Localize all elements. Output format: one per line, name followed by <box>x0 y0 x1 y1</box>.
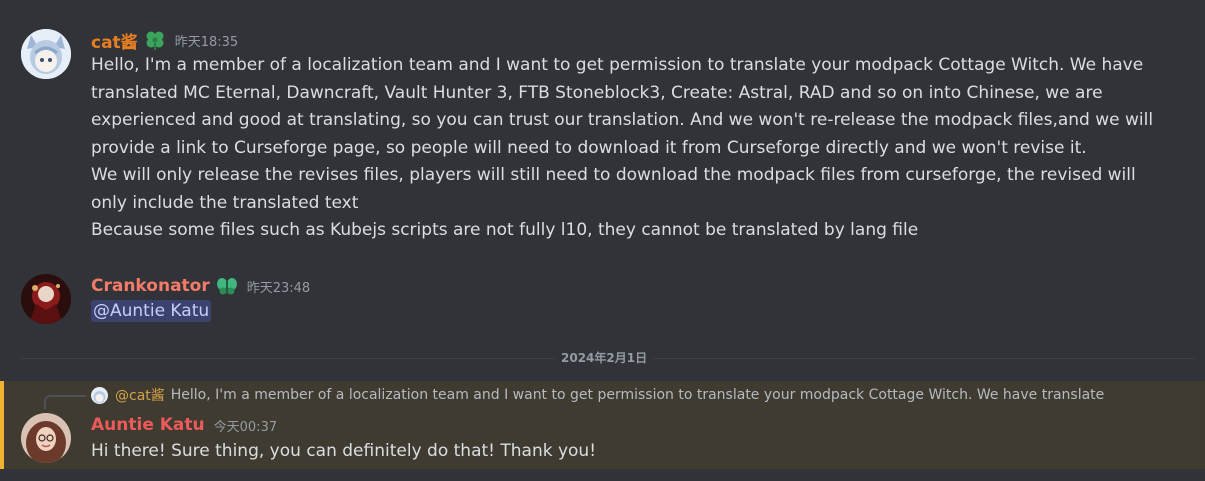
reply-username[interactable]: @cat酱 <box>115 385 165 405</box>
message-line: provide a link to Curseforge page, so pe… <box>91 137 1087 158</box>
message-line: Hello, I'm a member of a localization te… <box>91 55 1144 75</box>
message-content: Hello, I'm a member of a localization te… <box>91 52 1171 245</box>
message-content: @Auntie Katu <box>91 298 1171 326</box>
message-header: cat酱 昨天18:35 <box>91 28 238 53</box>
message-header: Crankonator 昨天23:48 <box>91 274 310 298</box>
message-line: We will only release the revises files, … <box>91 165 1136 185</box>
timestamp[interactable]: 今天00:37 <box>214 416 277 435</box>
reply-avatar <box>91 386 108 404</box>
message-content: Hi there! Sure thing, you can definitely… <box>91 438 1171 466</box>
username[interactable]: cat酱 <box>91 28 138 53</box>
timestamp[interactable]: 昨天18:35 <box>175 31 238 50</box>
avatar[interactable] <box>21 29 71 79</box>
reply-reference[interactable]: @cat酱 Hello, I'm a member of a localizat… <box>91 385 1104 405</box>
avatar[interactable] <box>21 413 71 463</box>
date-divider: 2024年2月1日 <box>554 349 655 367</box>
leaf-icon <box>144 29 166 51</box>
message-line: only include the translated text <box>91 192 359 213</box>
avatar[interactable] <box>21 274 71 324</box>
message-line: Because some files such as Kubejs script… <box>91 220 919 240</box>
message-header: Auntie Katu 今天00:37 <box>91 413 277 437</box>
message-line: experienced and good at translating, so … <box>91 110 1154 130</box>
message-line: translated MC Eternal, Dawncraft, Vault … <box>91 82 1103 103</box>
moth-icon <box>216 275 238 297</box>
timestamp[interactable]: 昨天23:48 <box>247 277 310 296</box>
username[interactable]: Crankonator <box>91 276 210 296</box>
message-line: Hi there! Sure thing, you can definitely… <box>91 441 597 461</box>
chat-message-list: cat酱 昨天18:35 Hello, I'm a member of a lo… <box>0 0 1205 481</box>
user-mention[interactable]: @Auntie Katu <box>91 300 212 322</box>
reply-spine <box>44 395 86 409</box>
username[interactable]: Auntie Katu <box>91 415 205 435</box>
reply-preview[interactable]: Hello, I'm a member of a localization te… <box>171 387 1105 403</box>
